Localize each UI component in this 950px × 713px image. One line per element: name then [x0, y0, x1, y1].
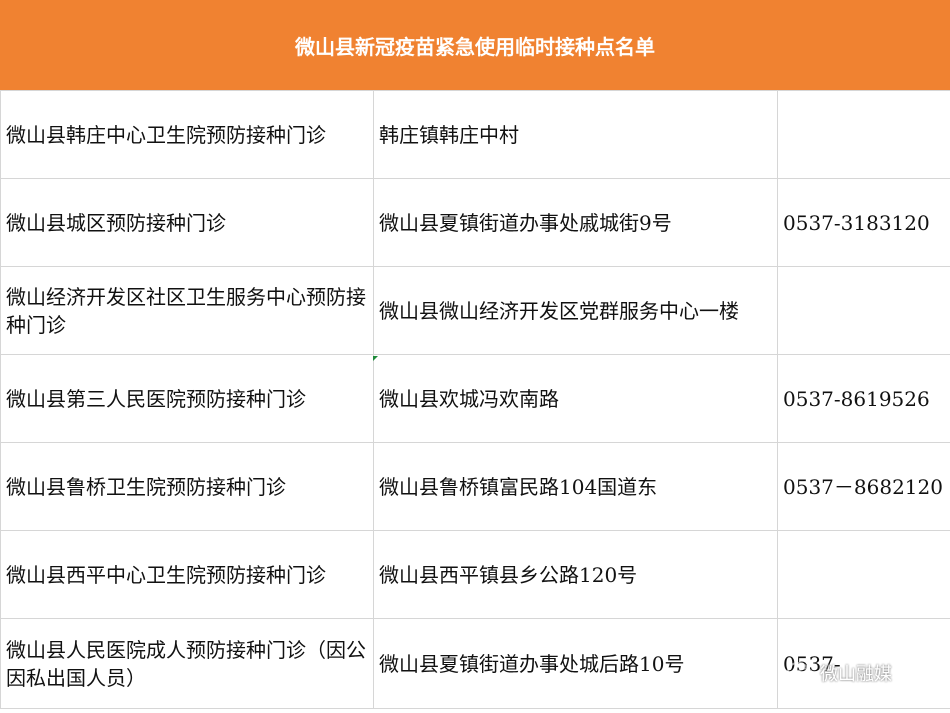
site-address-cell: 微山县微山经济开发区党群服务中心一楼 [373, 266, 778, 355]
site-name-cell: 微山县鲁桥卫生院预防接种门诊 [0, 442, 374, 531]
table-row: 微山县西平中心卫生院预防接种门诊 微山县西平镇县乡公路120号 [0, 530, 950, 619]
site-address-cell: 微山县夏镇街道办事处城后路10号 [373, 618, 778, 709]
watermark-text: 微山融媒 [820, 664, 892, 685]
site-address-cell: 微山县西平镇县乡公路120号 [373, 530, 778, 619]
site-phone-cell [777, 530, 950, 619]
site-grid: 微山县韩庄中心卫生院预防接种门诊 韩庄镇韩庄中村 微山县城区预防接种门诊 微山县… [0, 90, 950, 709]
site-name-cell: 微山县人民医院成人预防接种门诊（因公因私出国人员） [0, 618, 374, 709]
site-name-cell: 微山经济开发区社区卫生服务中心预防接种门诊 [0, 266, 374, 355]
table-row: 微山县城区预防接种门诊 微山县夏镇街道办事处戚城街9号 0537-3183120 [0, 178, 950, 267]
site-name-cell: 微山县城区预防接种门诊 [0, 178, 374, 267]
site-phone-cell: 0537-8619526 [777, 354, 950, 443]
site-address-cell: 微山县欢城冯欢南路 [373, 354, 778, 443]
site-phone-cell: 0537-3183120 [777, 178, 950, 267]
site-name-cell: 微山县韩庄中心卫生院预防接种门诊 [0, 90, 374, 179]
site-address-cell: 韩庄镇韩庄中村 [373, 90, 778, 179]
site-address-cell: 微山县鲁桥镇富民路104国道东 [373, 442, 778, 531]
site-address-cell: 微山县夏镇街道办事处戚城街9号 [373, 178, 778, 267]
table-row: 微山县韩庄中心卫生院预防接种门诊 韩庄镇韩庄中村 [0, 90, 950, 179]
cell-comment-marker [373, 356, 378, 361]
vaccination-site-table: 微山县新冠疫苗紧急使用临时接种点名单 微山县韩庄中心卫生院预防接种门诊 韩庄镇韩… [0, 0, 950, 713]
wechat-icon [787, 662, 814, 683]
table-row: 微山县鲁桥卫生院预防接种门诊 微山县鲁桥镇富民路104国道东 0537－8682… [0, 442, 950, 531]
site-phone-cell [777, 266, 950, 355]
table-row: 微山县第三人民医院预防接种门诊 微山县欢城冯欢南路 0537-8619526 [0, 354, 950, 443]
site-phone-cell [777, 90, 950, 179]
site-name-cell: 微山县第三人民医院预防接种门诊 [0, 354, 374, 443]
site-phone-cell: 0537－8682120 [777, 442, 950, 531]
site-name-cell: 微山县西平中心卫生院预防接种门诊 [0, 530, 374, 619]
watermark: 微山融媒 [786, 660, 892, 686]
table-row: 微山经济开发区社区卫生服务中心预防接种门诊 微山县微山经济开发区党群服务中心一楼 [0, 266, 950, 355]
table-title: 微山县新冠疫苗紧急使用临时接种点名单 [0, 0, 950, 90]
